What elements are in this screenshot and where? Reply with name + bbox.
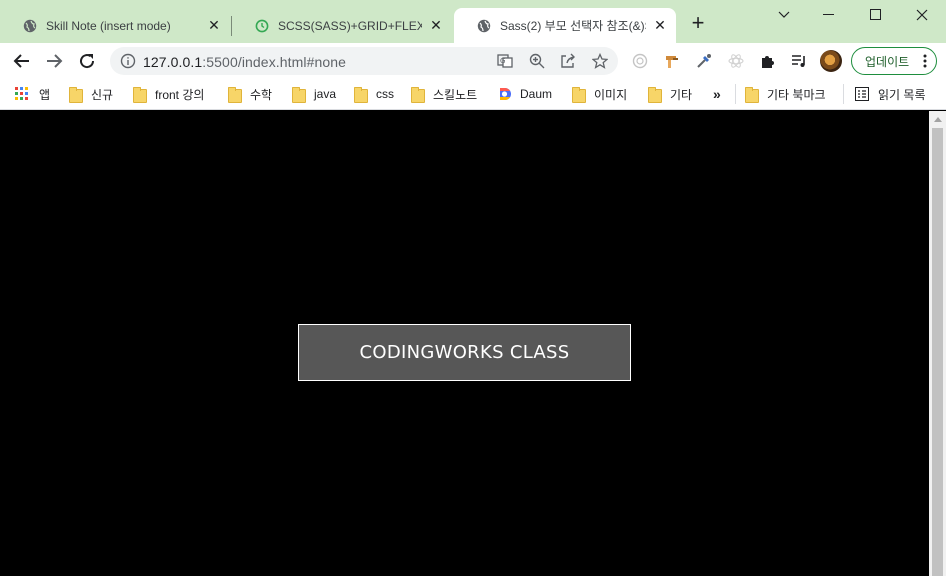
star-icon[interactable] xyxy=(591,52,609,70)
extension-circle-icon[interactable] xyxy=(631,52,649,70)
folder-icon xyxy=(411,87,425,103)
folder-icon xyxy=(292,87,306,103)
zoom-icon[interactable] xyxy=(528,52,546,70)
globe-icon xyxy=(476,18,492,34)
apps-grid-icon xyxy=(15,87,28,100)
bookmark-folder[interactable]: 기타 xyxy=(648,85,692,103)
url-host: 127.0.0.1 xyxy=(143,54,203,70)
close-icon xyxy=(916,9,928,21)
folder-icon xyxy=(133,87,147,103)
reload-icon xyxy=(80,54,95,69)
clock-icon xyxy=(254,18,270,34)
bookmark-folder[interactable]: 신규 xyxy=(69,85,113,103)
translate-icon[interactable]: G xyxy=(496,52,514,70)
browser-toolbar: 127.0.0.1:5500/index.html#none G 업데이트 xyxy=(0,43,946,79)
tab-skill-note[interactable]: Skill Note (insert mode) ✕ xyxy=(0,8,230,43)
close-icon[interactable]: ✕ xyxy=(652,17,668,34)
forward-button[interactable] xyxy=(41,48,67,74)
bookmark-label: front 강의 xyxy=(155,87,205,102)
bookmark-label: 신규 xyxy=(91,87,114,102)
eyedropper-icon[interactable] xyxy=(695,52,713,70)
bookmark-other-folder[interactable]: 기타 북마크 xyxy=(745,85,826,103)
bookmark-divider xyxy=(843,84,844,104)
globe-icon xyxy=(22,18,38,34)
daum-logo-icon xyxy=(500,88,511,100)
bookmark-daum[interactable]: Daum xyxy=(498,85,552,103)
more-vert-icon xyxy=(923,54,927,68)
tab-strip: Skill Note (insert mode) ✕ SCSS(SASS)+GR… xyxy=(0,0,946,43)
bookmark-label: 이미지 xyxy=(594,87,628,102)
reload-button[interactable] xyxy=(74,48,100,74)
bookmark-label: 앱 xyxy=(39,87,51,102)
bookmark-label: css xyxy=(376,87,394,101)
share-icon[interactable] xyxy=(559,52,577,70)
maximize-icon xyxy=(870,9,881,20)
reading-list-button[interactable]: 읽기 목록 xyxy=(855,85,926,103)
bookmark-folder[interactable]: 수학 xyxy=(228,85,272,103)
bookmark-divider xyxy=(735,84,736,104)
folder-icon xyxy=(745,87,759,103)
bookmark-label: java xyxy=(314,87,337,101)
puzzle-icon[interactable] xyxy=(759,52,777,70)
close-window-button[interactable] xyxy=(899,0,945,30)
maximize-button[interactable] xyxy=(853,0,899,30)
reading-list-icon xyxy=(855,87,869,101)
tab-search-button[interactable] xyxy=(761,0,807,30)
scrollbar-thumb[interactable] xyxy=(932,128,943,576)
profile-avatar[interactable] xyxy=(820,50,842,72)
tab-title: Sass(2) 부모 선택자 참조(&)S xyxy=(500,19,646,33)
update-label: 업데이트 xyxy=(865,54,910,69)
tab-sass-parent-selector[interactable]: Sass(2) 부모 선택자 참조(&)S ✕ xyxy=(454,8,676,43)
bookmark-folder[interactable]: java xyxy=(292,85,336,103)
svg-text:G: G xyxy=(500,57,505,65)
bookmark-apps[interactable]: 앱 xyxy=(15,85,50,103)
address-bar[interactable]: 127.0.0.1:5500/index.html#none G xyxy=(110,47,618,75)
folder-icon xyxy=(648,87,662,103)
codingworks-class-button[interactable]: CODINGWORKS CLASS xyxy=(298,324,631,381)
bookmark-label: 기타 북마크 xyxy=(767,87,826,102)
update-button[interactable]: 업데이트 xyxy=(851,47,937,75)
tab-scss-grid-flex[interactable]: SCSS(SASS)+GRID+FLEX 실전 ✕ xyxy=(232,8,452,43)
folder-icon xyxy=(354,87,368,103)
folder-icon xyxy=(572,87,586,103)
scroll-up-arrow-icon[interactable] xyxy=(929,111,946,128)
extension-dev-icon[interactable] xyxy=(663,52,681,70)
tab-title: SCSS(SASS)+GRID+FLEX 실전 xyxy=(278,19,422,33)
bookmark-label: 스킬노트 xyxy=(433,87,478,102)
info-icon[interactable] xyxy=(120,53,136,69)
close-icon[interactable]: ✕ xyxy=(206,17,222,34)
tab-title: Skill Note (insert mode) xyxy=(46,18,171,33)
overflow-label: » xyxy=(713,86,721,102)
bookmark-folder[interactable]: 스킬노트 xyxy=(411,85,477,103)
bookmark-folder[interactable]: 이미지 xyxy=(572,85,627,103)
back-button[interactable] xyxy=(9,48,35,74)
bookmark-label: 기타 xyxy=(670,87,693,102)
url-path: :5500/index.html#none xyxy=(202,54,347,70)
arrow-right-icon xyxy=(47,54,63,68)
bookmarks-overflow-button[interactable]: » xyxy=(713,85,721,103)
bookmarks-bar: 앱 신규 front 강의 수학 java css 스킬노트 Daum 이미지 … xyxy=(0,79,946,110)
page-viewport: CODINGWORKS CLASS xyxy=(0,111,929,576)
chevron-down-icon xyxy=(778,11,790,18)
close-icon[interactable]: ✕ xyxy=(428,17,444,34)
new-tab-button[interactable]: + xyxy=(688,12,708,34)
reading-list-label: 읽기 목록 xyxy=(878,87,926,102)
folder-icon xyxy=(69,87,83,103)
folder-icon xyxy=(228,87,242,103)
bookmark-folder[interactable]: css xyxy=(354,85,394,103)
vertical-scrollbar[interactable] xyxy=(929,111,946,576)
arrow-left-icon xyxy=(13,54,29,68)
minimize-button[interactable] xyxy=(806,0,852,30)
extension-react-icon[interactable] xyxy=(727,52,745,70)
bookmark-folder[interactable]: front 강의 xyxy=(133,85,204,103)
minimize-icon xyxy=(823,14,834,15)
bookmark-label: Daum xyxy=(520,87,553,101)
media-queue-icon[interactable] xyxy=(790,52,808,70)
url-text[interactable]: 127.0.0.1:5500/index.html#none xyxy=(143,54,346,70)
bookmark-label: 수학 xyxy=(250,87,273,102)
